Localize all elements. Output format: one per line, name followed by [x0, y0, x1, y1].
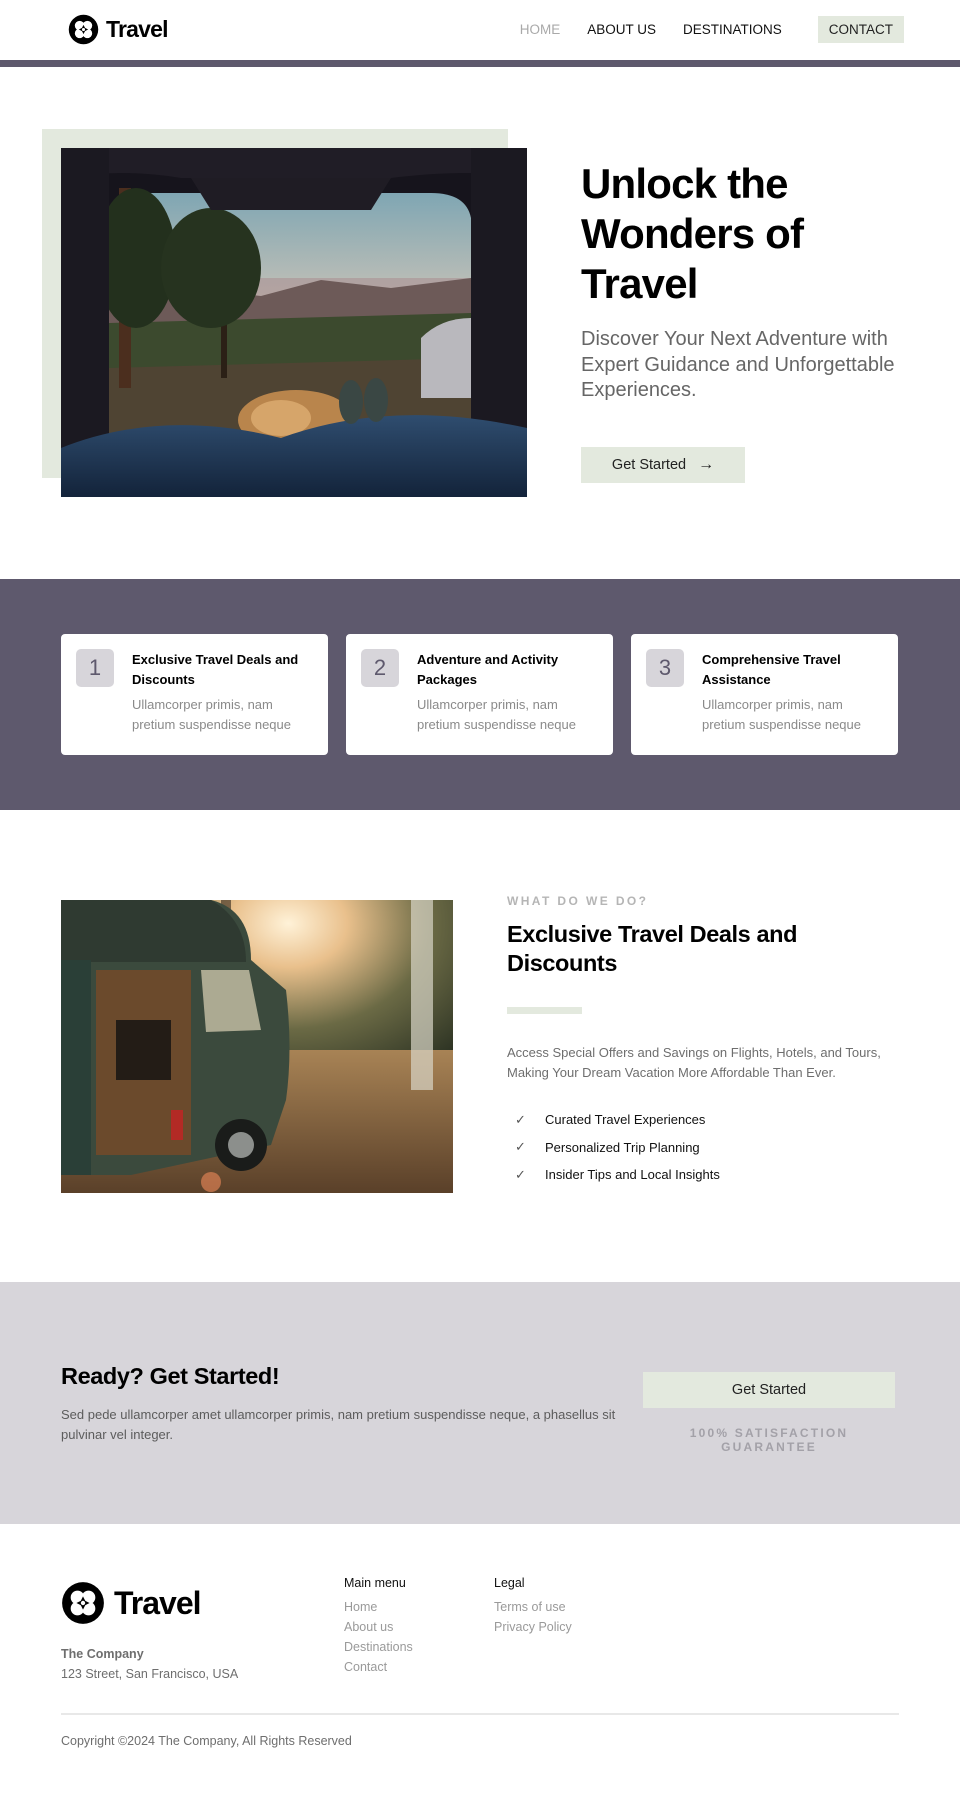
nav-contact-button[interactable]: CONTACT: [817, 16, 904, 43]
hero-subtitle: Discover Your Next Adventure with Expert…: [581, 328, 895, 401]
feature-cards: 1 Exclusive Travel Deals and Discounts U…: [61, 634, 898, 755]
brand-logo-link[interactable]: Travel: [68, 14, 168, 45]
title-accent-bar: [507, 1007, 582, 1014]
what-we-do-section: WHAT DO WE DO? Exclusive Travel Deals an…: [0, 810, 960, 1282]
nav-home[interactable]: HOME: [520, 22, 561, 37]
footer-divider: [61, 1713, 899, 1715]
checklist-item: ✓ Personalized Trip Planning: [515, 1134, 720, 1162]
arrow-right-icon: →: [698, 456, 715, 473]
footer-link-privacy[interactable]: Privacy Policy: [494, 1617, 572, 1637]
camper-van-image: [61, 900, 453, 1193]
checkmark-icon: ✓: [515, 1111, 526, 1127]
feature-number-badge: 1: [76, 649, 114, 687]
nav-about-us[interactable]: ABOUT US: [587, 22, 656, 37]
footer-legal-menu: Legal Terms of use Privacy Policy: [494, 1576, 572, 1637]
checklist-item-label: Personalized Trip Planning: [545, 1139, 700, 1155]
feature-number-badge: 3: [646, 649, 684, 687]
site-header: Travel HOME ABOUT US DESTINATIONS CONTAC…: [0, 0, 960, 60]
main-nav: HOME ABOUT US DESTINATIONS CONTACT: [493, 16, 904, 43]
copyright-text: Copyright ©2024 The Company, All Rights …: [61, 1734, 352, 1748]
quatrefoil-logo-icon: [62, 1582, 104, 1624]
section-title: Exclusive Travel Deals and Discounts: [507, 921, 798, 976]
quatrefoil-logo-icon: [68, 14, 99, 45]
footer-legal-heading: Legal: [494, 1576, 525, 1590]
nav-destinations[interactable]: DESTINATIONS: [683, 22, 782, 37]
checkmark-icon: ✓: [515, 1139, 526, 1155]
brand-name: Travel: [106, 16, 168, 42]
hero-title: Unlock the Wonders of Travel: [581, 160, 804, 307]
footer-brand-logo-link[interactable]: Travel: [61, 1581, 202, 1625]
footer-link-terms[interactable]: Terms of use: [494, 1597, 572, 1617]
hero-text: Unlock the Wonders of Travel Discover Yo…: [581, 159, 921, 404]
satisfaction-guarantee-note: 100% SATISFACTION GUARANTEE: [689, 1426, 849, 1454]
footer-main-menu-heading: Main menu: [344, 1576, 406, 1590]
hero-button-label: Get Started: [611, 457, 687, 473]
footer-link-home[interactable]: Home: [344, 1597, 413, 1617]
feature-title: Adventure and Activity Packages: [417, 652, 559, 687]
hero-section: Unlock the Wonders of Travel Discover Yo…: [0, 67, 960, 579]
checklist-item: ✓ Curated Travel Experiences: [515, 1106, 720, 1134]
features-section: 1 Exclusive Travel Deals and Discounts U…: [0, 579, 960, 810]
hero-get-started-button[interactable]: Get Started →: [581, 447, 745, 483]
section-description: Access Special Offers and Savings on Fli…: [507, 1045, 881, 1080]
cta-get-started-button[interactable]: Get Started: [643, 1372, 895, 1408]
feature-number-badge: 2: [361, 649, 399, 687]
footer-link-contact[interactable]: Contact: [344, 1657, 413, 1677]
checkmark-icon: ✓: [515, 1166, 526, 1182]
footer-brand-name: Travel: [114, 1584, 202, 1621]
cta-title: Ready? Get Started!: [61, 1363, 280, 1389]
feature-description: Ullamcorper primis, nam pretium suspendi…: [417, 697, 576, 732]
cta-text: Sed pede ullamcorper amet ullamcorper pr…: [61, 1407, 616, 1442]
feature-card: 3 Comprehensive Travel Assistance Ullamc…: [631, 634, 898, 755]
feature-title: Exclusive Travel Deals and Discounts: [132, 652, 299, 687]
footer-link-about-us[interactable]: About us: [344, 1617, 413, 1637]
company-name: The Company: [61, 1647, 144, 1661]
header-accent-bar: [0, 60, 960, 67]
cta-section: Ready? Get Started! Sed pede ullamcorper…: [0, 1282, 960, 1524]
feature-description: Ullamcorper primis, nam pretium suspendi…: [702, 697, 861, 732]
hero-image: [61, 148, 527, 497]
company-address: 123 Street, San Francisco, USA: [61, 1667, 239, 1681]
checklist-item-label: Insider Tips and Local Insights: [545, 1167, 720, 1183]
feature-card: 2 Adventure and Activity Packages Ullamc…: [346, 634, 613, 755]
site-footer: Travel The Company 123 Street, San Franc…: [0, 1524, 960, 1797]
footer-main-menu: Main menu Home About us Destinations Con…: [344, 1576, 413, 1677]
checklist-item: ✓ Insider Tips and Local Insights: [515, 1161, 720, 1189]
feature-description: Ullamcorper primis, nam pretium suspendi…: [132, 697, 291, 732]
checklist-item-label: Curated Travel Experiences: [545, 1112, 706, 1128]
section-eyebrow: WHAT DO WE DO?: [507, 894, 649, 908]
footer-link-destinations[interactable]: Destinations: [344, 1637, 413, 1657]
feature-title: Comprehensive Travel Assistance: [702, 652, 841, 687]
feature-card: 1 Exclusive Travel Deals and Discounts U…: [61, 634, 328, 755]
benefits-checklist: ✓ Curated Travel Experiences ✓ Personali…: [515, 1106, 720, 1189]
